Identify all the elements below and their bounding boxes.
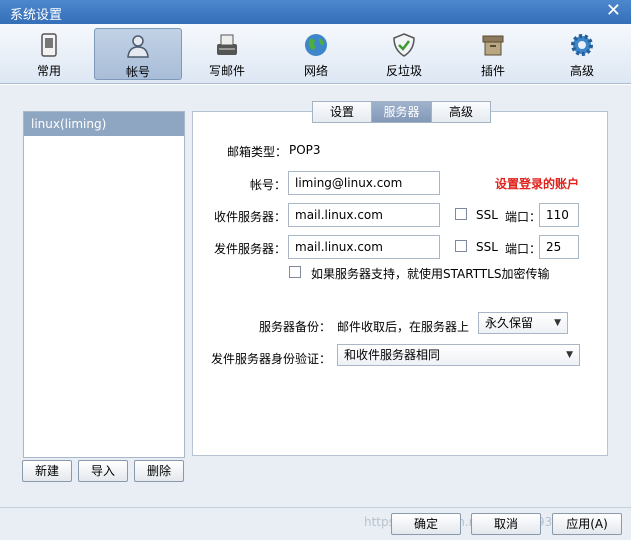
incoming-ssl-label: SSL bbox=[476, 208, 498, 222]
phone-icon bbox=[41, 33, 57, 57]
toolbar-label: 高级 bbox=[569, 64, 594, 78]
outgoing-server-label: 发件服务器： bbox=[214, 242, 287, 256]
toolbar-label: 帐号 bbox=[125, 65, 150, 79]
outgoing-port-field[interactable]: 25 bbox=[539, 235, 579, 259]
window-title: 系统设置 bbox=[10, 8, 63, 23]
account-list[interactable]: linux(liming) bbox=[23, 111, 185, 458]
apply-button[interactable]: 应用(A) bbox=[552, 513, 622, 535]
settings-panel bbox=[192, 111, 608, 456]
toolbar-network-button[interactable]: 网络 bbox=[272, 28, 360, 80]
incoming-server-field[interactable]: mail.linux.com bbox=[288, 203, 440, 227]
toolbar-label: 插件 bbox=[480, 64, 505, 78]
tab-server[interactable]: 服务器 bbox=[371, 101, 432, 123]
toolbar-general-button[interactable]: 常用 bbox=[5, 28, 93, 80]
toolbar-label: 反垃圾 bbox=[385, 64, 422, 78]
smtp-auth-value: 和收件服务器相同 bbox=[344, 348, 441, 362]
title-bar: 系统设置 ✕ bbox=[0, 0, 631, 24]
toolbar: 常用 帐号 写邮件 网络 反垃圾 插件 高级 bbox=[0, 24, 631, 84]
account-label: 帐号： bbox=[250, 178, 287, 192]
toolbar-account-button[interactable]: 帐号 bbox=[94, 28, 182, 80]
incoming-port-label: 端口： bbox=[505, 210, 542, 224]
mailbox-type-label: 邮箱类型： bbox=[227, 145, 288, 159]
box-icon bbox=[482, 35, 504, 56]
account-list-item[interactable]: linux(liming) bbox=[24, 112, 184, 136]
toolbar-label: 写邮件 bbox=[208, 64, 245, 78]
incoming-ssl-checkbox[interactable] bbox=[455, 208, 467, 220]
smtp-auth-label: 发件服务器身份验证： bbox=[211, 352, 332, 366]
cancel-button[interactable]: 取消 bbox=[471, 513, 541, 535]
smtp-auth-select[interactable]: 和收件服务器相同 ▼ bbox=[337, 344, 580, 366]
server-backup-label: 服务器备份： bbox=[259, 320, 332, 334]
globe-icon bbox=[305, 34, 327, 56]
mailbox-type-value: POP3 bbox=[289, 143, 321, 157]
chevron-down-icon: ▼ bbox=[554, 318, 561, 328]
server-backup-description: 邮件收取后，在服务器上 bbox=[337, 320, 470, 334]
new-account-button[interactable]: 新建 bbox=[22, 460, 72, 482]
outgoing-server-field[interactable]: mail.linux.com bbox=[288, 235, 440, 259]
starttls-label: 如果服务器支持，就使用STARTTLS加密传输 bbox=[311, 267, 550, 281]
toolbar-advanced-button[interactable]: 高级 bbox=[538, 28, 626, 80]
outgoing-ssl-checkbox[interactable] bbox=[455, 240, 467, 252]
outgoing-port-label: 端口： bbox=[505, 242, 542, 256]
incoming-port-field[interactable]: 110 bbox=[539, 203, 579, 227]
shield-icon bbox=[393, 33, 415, 57]
delete-account-button[interactable]: 删除 bbox=[134, 460, 184, 482]
user-icon bbox=[127, 35, 149, 58]
toolbar-label: 常用 bbox=[36, 64, 61, 78]
outgoing-ssl-label: SSL bbox=[476, 240, 498, 254]
incoming-server-label: 收件服务器： bbox=[214, 210, 287, 224]
account-annotation: 设置登录的账户 bbox=[495, 177, 580, 191]
server-backup-value: 永久保留 bbox=[485, 316, 534, 330]
toolbar-compose-button[interactable]: 写邮件 bbox=[183, 28, 271, 80]
chevron-down-icon: ▼ bbox=[566, 350, 573, 360]
writer-icon bbox=[217, 34, 237, 55]
toolbar-plugins-button[interactable]: 插件 bbox=[449, 28, 537, 80]
starttls-checkbox[interactable] bbox=[289, 266, 301, 278]
tab-settings[interactable]: 设置 bbox=[312, 101, 372, 123]
ok-button[interactable]: 确定 bbox=[391, 513, 461, 535]
toolbar-label: 网络 bbox=[303, 64, 328, 78]
close-icon[interactable]: ✕ bbox=[606, 1, 621, 21]
import-account-button[interactable]: 导入 bbox=[78, 460, 128, 482]
toolbar-antispam-button[interactable]: 反垃圾 bbox=[360, 28, 448, 80]
server-backup-select[interactable]: 永久保留 ▼ bbox=[478, 312, 568, 334]
account-field[interactable]: liming@linux.com bbox=[288, 171, 440, 195]
gear-icon bbox=[571, 34, 593, 56]
tab-advanced[interactable]: 高级 bbox=[431, 101, 491, 123]
